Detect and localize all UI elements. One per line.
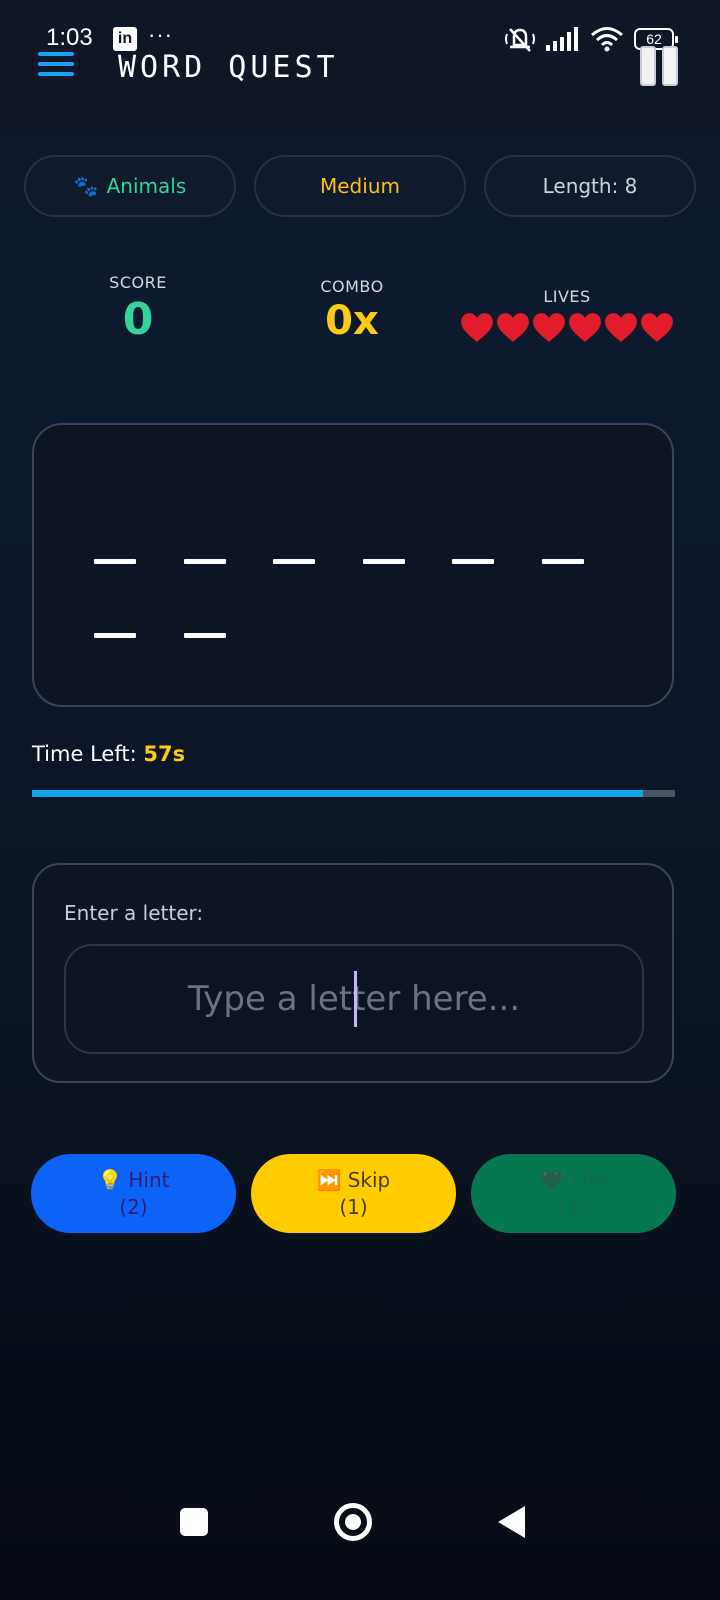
heart-icon (605, 313, 637, 342)
letter-input-label: Enter a letter: (64, 901, 204, 925)
recents-button[interactable] (180, 1508, 208, 1536)
skip-button[interactable]: ⏭️ Skip (1) (251, 1154, 456, 1233)
difficulty-label: Medium (320, 174, 400, 198)
heart-icon (497, 313, 529, 342)
combo-stat: COMBO 0x (302, 277, 402, 344)
lives-label: LIVES (543, 287, 591, 306)
difficulty-chip: Medium (254, 155, 466, 217)
letter-blank (94, 559, 136, 564)
life-count: (1) (559, 1194, 588, 1219)
letter-input-panel: Enter a letter: (32, 863, 674, 1083)
lightbulb-icon: 💡 (97, 1167, 123, 1192)
letter-blank (452, 559, 494, 564)
letter-blank (273, 559, 315, 564)
heart-icon: 🖤 (540, 1167, 565, 1192)
letter-blank (362, 559, 405, 564)
length-chip: Length: 8 (484, 155, 696, 217)
skip-label: Skip (347, 1167, 391, 1192)
mute-icon (505, 28, 535, 52)
category-chip: 🐾 Animals (24, 155, 236, 217)
hint-count: (2) (119, 1194, 148, 1219)
heart-icon (533, 313, 565, 342)
skip-count: (1) (339, 1194, 368, 1219)
hint-label: Hint (128, 1167, 170, 1192)
heart-icon (461, 313, 493, 342)
game-settings-chips: 🐾 Animals Medium Length: 8 (24, 155, 696, 217)
life-button[interactable]: 🖤 Life (1) (471, 1154, 676, 1233)
pause-button[interactable] (640, 46, 678, 86)
heart-icon (641, 313, 673, 342)
word-display (32, 423, 674, 707)
combo-label: COMBO (320, 277, 384, 296)
lives-stat: LIVES (460, 287, 674, 344)
letter-blank (183, 559, 226, 564)
home-button[interactable] (334, 1503, 372, 1541)
letter-blank (94, 633, 136, 638)
app-title: WORD QUEST (118, 50, 339, 85)
paw-icon: 🐾 (73, 174, 99, 198)
life-label: Life (570, 1167, 607, 1192)
score-label: SCORE (109, 273, 167, 292)
heart-icon (569, 313, 601, 342)
back-button[interactable] (498, 1506, 525, 1538)
wifi-icon (591, 27, 623, 52)
fast-forward-icon: ⏭️ (316, 1167, 342, 1192)
timer-progress-bar (32, 790, 675, 797)
time-left-label: Time Left: (32, 742, 137, 766)
letter-blank (541, 559, 584, 564)
length-label: Length: 8 (542, 174, 638, 198)
timer-progress-fill (32, 790, 643, 797)
hint-button[interactable]: 💡 Hint (2) (31, 1154, 236, 1233)
time-left: Time Left: 57s (32, 742, 185, 766)
time-left-value: 57s (143, 742, 186, 766)
lives-hearts (460, 312, 674, 344)
combo-value: 0x (325, 298, 379, 344)
more-notifications-icon: ··· (148, 22, 173, 47)
app-header: 1:03 in ··· 62 WORD QUEST (0, 0, 720, 132)
score-stat: SCORE 0 (88, 273, 188, 345)
text-cursor (354, 971, 357, 1027)
hamburger-menu-icon[interactable] (38, 52, 74, 76)
status-time: 1:03 (46, 24, 93, 51)
letter-blank (183, 633, 226, 638)
score-value: 0 (122, 294, 154, 345)
linkedin-icon: in (113, 27, 137, 51)
signal-icon (546, 27, 578, 51)
category-label: Animals (106, 174, 187, 198)
